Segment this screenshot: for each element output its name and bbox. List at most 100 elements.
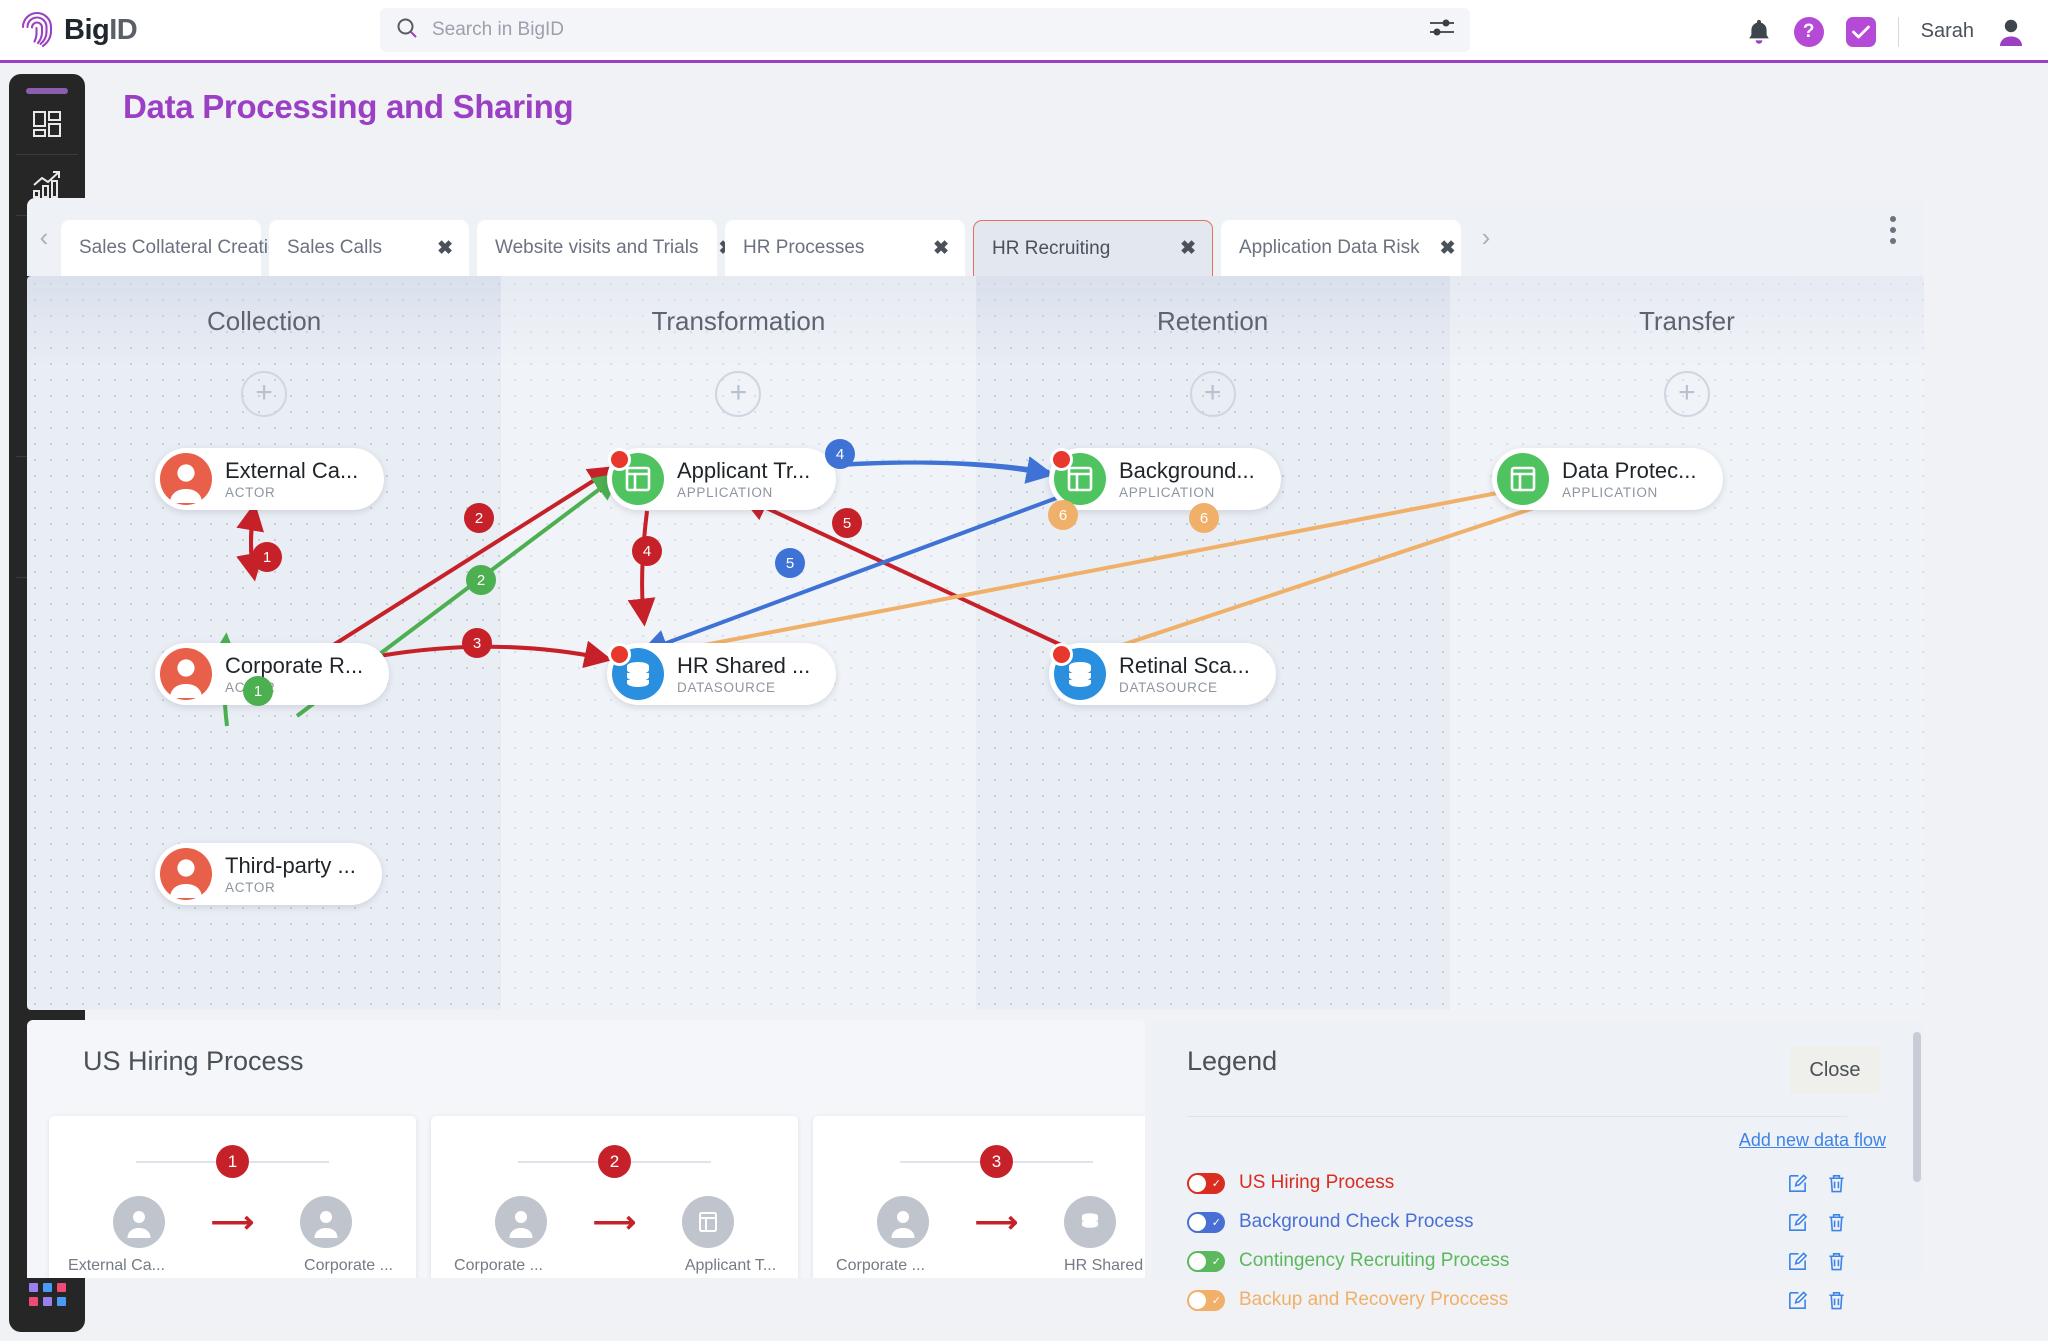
user-name: Sarah — [1921, 20, 1974, 43]
edge-step-badge[interactable]: 6 — [1189, 503, 1219, 533]
arrow-right-icon: ⟶ — [975, 1205, 1018, 1240]
trash-bin-icon[interactable] — [1826, 1251, 1847, 1272]
plus-circle-icon[interactable]: + — [1190, 371, 1236, 417]
application-avatar-icon — [1054, 453, 1106, 505]
close-x-icon[interactable]: ✖ — [1440, 237, 1456, 260]
close-x-icon[interactable]: ✖ — [437, 237, 453, 260]
flow-step-card[interactable]: 3⟶Corporate ...HR Shared ...Corporate re… — [813, 1116, 1145, 1278]
arrow-right-icon: ⟶ — [211, 1205, 254, 1240]
sidebar-item-dashboard[interactable] — [9, 94, 85, 154]
card-to-label: Corporate ... — [294, 1257, 404, 1275]
search-input[interactable] — [418, 19, 1430, 41]
legend-label: Contingency Recruiting Process — [1239, 1250, 1509, 1272]
card-labels: Corporate ...Applicant T... — [431, 1257, 798, 1275]
legend-toggle[interactable]: ✓ — [1187, 1173, 1225, 1194]
close-x-icon[interactable]: ✖ — [1180, 237, 1196, 260]
plus-circle-icon[interactable]: + — [241, 371, 287, 417]
datasource-avatar-icon — [612, 648, 664, 700]
tab-sales-calls[interactable]: Sales Calls✖ — [269, 220, 469, 276]
card-icons: ⟶ — [431, 1196, 798, 1248]
legend-panel: Legend Close Add new data flow ✓US Hirin… — [1151, 1020, 1924, 1278]
edge-step-badge[interactable]: 5 — [775, 548, 805, 578]
close-button[interactable]: Close — [1790, 1046, 1880, 1094]
flow-node[interactable]: External Ca...ACTOR — [155, 448, 384, 510]
brand-logo[interactable]: BigID — [0, 11, 290, 49]
help-question-icon[interactable]: ? — [1794, 17, 1824, 47]
tabs-prev-button[interactable]: ‹ — [27, 198, 61, 276]
tab-application-data-risk[interactable]: Application Data Risk ✖ — [1221, 220, 1461, 276]
person-icon — [113, 1196, 165, 1248]
card-step-header: 3 — [813, 1145, 1145, 1178]
flow-panel-title: US Hiring Process — [27, 1020, 1145, 1077]
divider — [900, 1161, 980, 1163]
trash-bin-icon[interactable] — [1826, 1290, 1847, 1311]
filter-sliders-icon[interactable] — [1430, 19, 1454, 42]
node-type: APPLICATION — [1119, 485, 1255, 500]
flow-step-card[interactable]: 2⟶Corporate ...Applicant T...Corporate r… — [431, 1116, 798, 1278]
notification-bell-icon[interactable] — [1746, 18, 1772, 46]
legend-toggle[interactable]: ✓ — [1187, 1251, 1225, 1272]
edge-step-badge[interactable]: 4 — [825, 439, 855, 469]
close-x-icon[interactable]: ✖ — [933, 237, 949, 260]
data-flow-canvas[interactable]: Collection+Transformation+Retention+Tran… — [27, 276, 1924, 1010]
plus-circle-icon[interactable]: + — [1664, 371, 1710, 417]
edge-step-badge[interactable]: 6 — [1048, 500, 1078, 530]
edge-step-badge[interactable]: 5 — [832, 508, 862, 538]
legend-toggle[interactable]: ✓ — [1187, 1212, 1225, 1233]
alert-badge-icon — [608, 643, 631, 666]
edge-step-badge[interactable]: 1 — [243, 676, 273, 706]
user-avatar-icon[interactable] — [1996, 17, 2026, 47]
node-name: Third-party ... — [225, 854, 356, 877]
edge-step-badge[interactable]: 3 — [462, 628, 492, 658]
tab-hr-processes[interactable]: HR Processes✖ — [725, 220, 965, 276]
trash-bin-icon[interactable] — [1826, 1173, 1847, 1194]
flow-node[interactable]: Background...APPLICATION — [1049, 448, 1281, 510]
plus-circle-icon[interactable]: + — [715, 371, 761, 417]
legend-row-actions — [1787, 1212, 1847, 1233]
actor-avatar-icon — [160, 453, 212, 505]
flow-node[interactable]: Data Protec...APPLICATION — [1492, 448, 1723, 510]
edge-step-badge[interactable]: 1 — [252, 542, 282, 572]
kebab-menu-icon[interactable] — [1890, 216, 1896, 244]
search-bar[interactable] — [380, 8, 1470, 52]
node-text: HR Shared ...DATASOURCE — [677, 654, 810, 695]
tab-hr-recruiting[interactable]: HR Recruiting✖ — [973, 220, 1213, 276]
flow-node[interactable]: Third-party ...ACTOR — [155, 843, 382, 905]
card-labels: External Ca...Corporate ... — [49, 1257, 416, 1275]
flow-step-card[interactable]: 1⟶External Ca...Corporate ...Applicant s… — [49, 1116, 416, 1278]
check-mark-icon[interactable] — [1846, 17, 1876, 47]
edit-pencil-icon[interactable] — [1787, 1290, 1808, 1311]
node-type: APPLICATION — [1562, 485, 1697, 500]
edit-pencil-icon[interactable] — [1787, 1212, 1808, 1233]
edit-pencil-icon[interactable] — [1787, 1251, 1808, 1272]
flow-node[interactable]: Retinal Sca...DATASOURCE — [1049, 643, 1276, 705]
tab-label: Sales Collateral Creatio... — [79, 237, 294, 259]
legend-row-actions — [1787, 1251, 1847, 1272]
tab-sales-collateral-creatio[interactable]: Sales Collateral Creatio...✖ — [61, 220, 261, 276]
edge-step-badge[interactable]: 2 — [466, 565, 496, 595]
legend-row-actions — [1787, 1173, 1847, 1194]
bottom-section: US Hiring Process 1⟶External Ca...Corpor… — [27, 1020, 1924, 1278]
node-text: Third-party ...ACTOR — [225, 854, 356, 895]
step-number-badge: 2 — [598, 1145, 631, 1178]
actor-avatar-icon — [160, 848, 212, 900]
flow-node[interactable]: Applicant Tr...APPLICATION — [607, 448, 836, 510]
tabs-next-button[interactable]: › — [1469, 198, 1503, 276]
tab-website-visits-and-trials[interactable]: Website visits and Trials✖ — [477, 220, 717, 276]
node-type: DATASOURCE — [1119, 680, 1250, 695]
flow-detail-panel: US Hiring Process 1⟶External Ca...Corpor… — [27, 1020, 1145, 1278]
edge-step-badge[interactable]: 4 — [632, 536, 662, 566]
arrow-right-icon: ⟶ — [593, 1205, 636, 1240]
tab-label: Application Data Risk — [1239, 237, 1420, 259]
legend-scrollbar[interactable] — [1913, 1032, 1921, 1182]
divider — [249, 1161, 329, 1163]
trash-bin-icon[interactable] — [1826, 1212, 1847, 1233]
flow-node[interactable]: HR Shared ...DATASOURCE — [607, 643, 836, 705]
legend-toggle[interactable]: ✓ — [1187, 1290, 1225, 1311]
edit-pencil-icon[interactable] — [1787, 1173, 1808, 1194]
card-to-label: Applicant T... — [676, 1257, 786, 1275]
add-new-data-flow-link[interactable]: Add new data flow — [1739, 1130, 1886, 1151]
divider — [1898, 17, 1899, 47]
edge-step-badge[interactable]: 2 — [464, 503, 494, 533]
database-icon — [1064, 1196, 1116, 1248]
